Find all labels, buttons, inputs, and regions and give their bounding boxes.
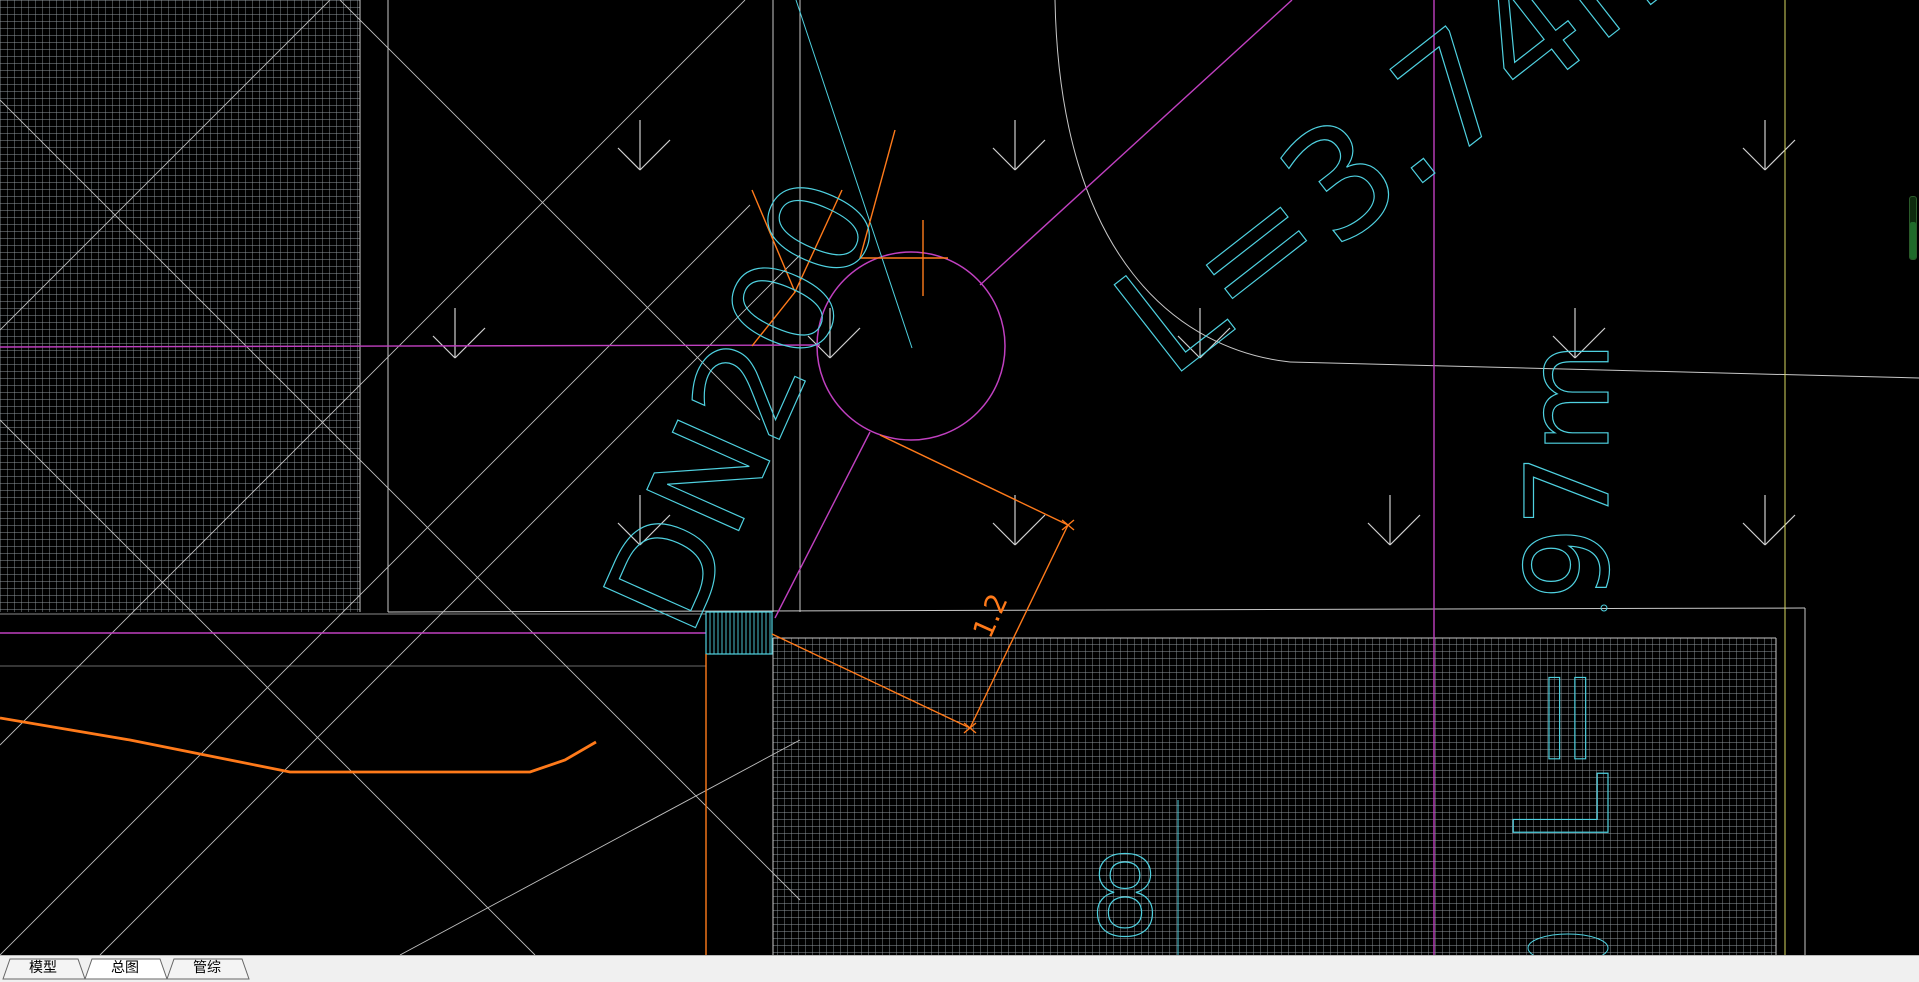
tab-model-label: 模型 (29, 960, 57, 976)
pipe-spec-label[interactable]: DN200 (572, 155, 913, 654)
drawing-canvas[interactable]: DN200 L=3.74m 97m 1.2 8 L= (0, 0, 1919, 955)
dimension-label-small[interactable]: 1.2 (966, 589, 1014, 643)
vertical-scroll-indicator[interactable] (1909, 196, 1917, 260)
length-label-right[interactable]: 97m (1501, 341, 1636, 601)
length-label-fragment[interactable]: L= (1486, 663, 1639, 846)
tab-general-plan-label: 总图 (111, 960, 139, 976)
cyan-dot (1600, 604, 1608, 612)
hatch-area-top-left (0, 0, 360, 612)
layout-tab-bar: 模型 总图 管综 (0, 955, 1919, 982)
tab-pipe-coordination[interactable]: 管综 (166, 958, 250, 980)
length-label-top[interactable]: L=3.74m (1084, 0, 1736, 409)
tab-pipe-coordination-label: 管综 (193, 960, 221, 976)
tab-model[interactable]: 模型 (2, 958, 86, 980)
number-label-bottom[interactable]: 8 (1089, 832, 1160, 955)
tab-general-plan[interactable]: 总图 (84, 958, 168, 980)
scroll-indicator-fill (1910, 221, 1916, 259)
